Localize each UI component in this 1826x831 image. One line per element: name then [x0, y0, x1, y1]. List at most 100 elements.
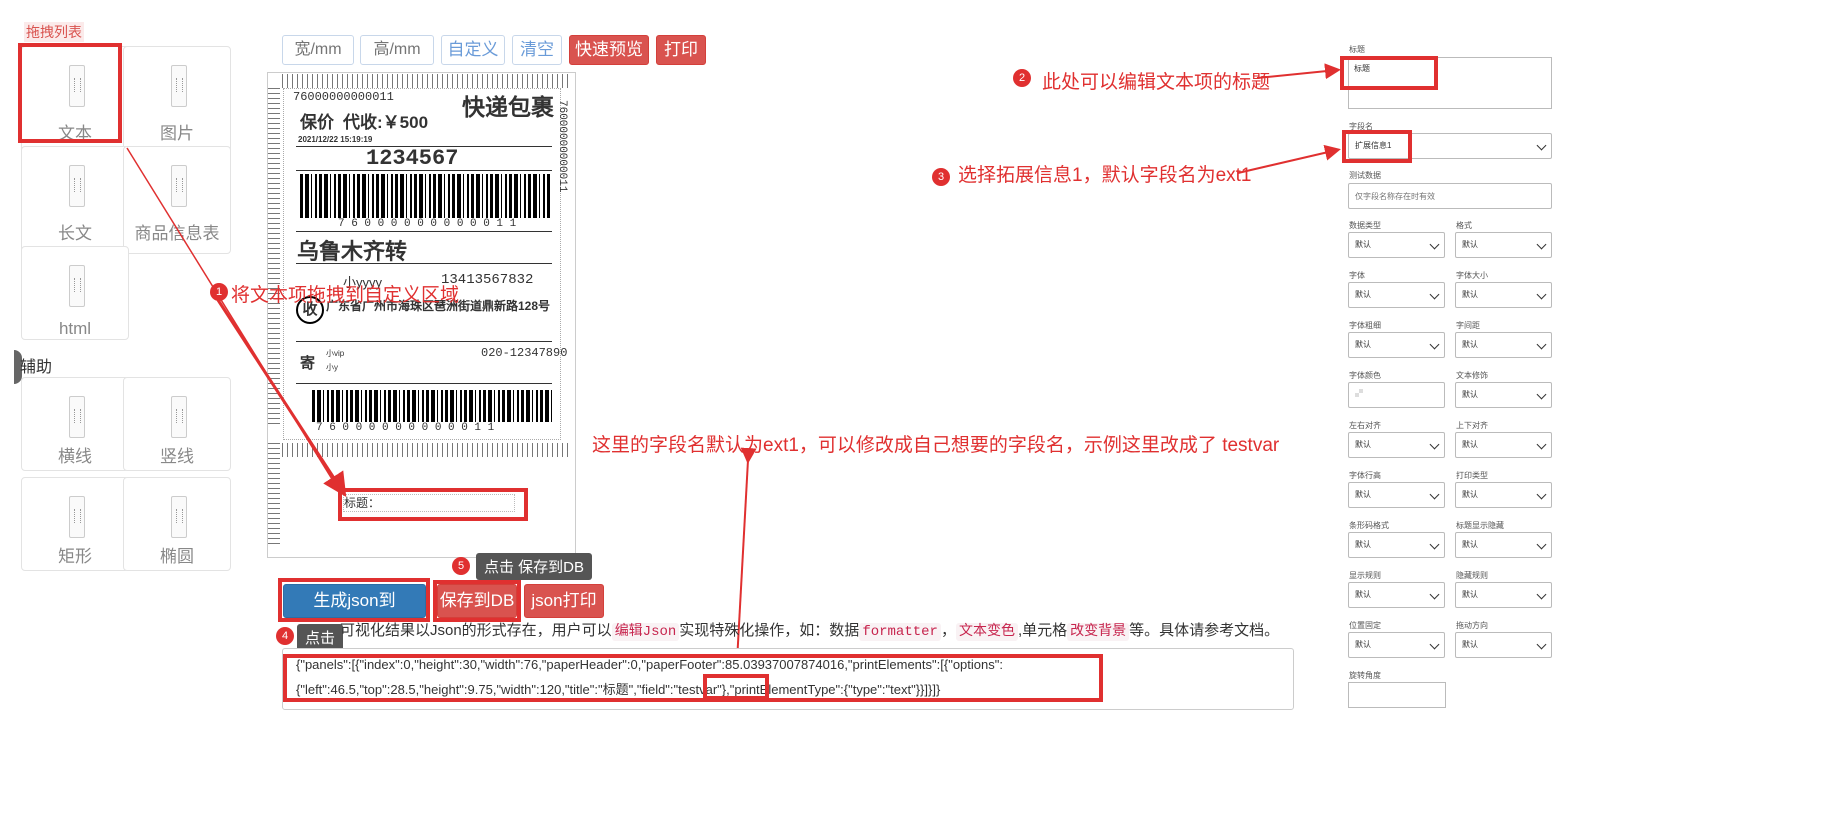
chevron-down-icon — [1536, 639, 1547, 650]
prop-select-value: 默认 — [1462, 390, 1478, 399]
title-prop-label: 标题 — [1349, 45, 1365, 54]
chevron-down-icon — [1536, 589, 1547, 600]
font-color-picker[interactable] — [1348, 382, 1445, 408]
prop-select-value: 默认 — [1355, 340, 1371, 349]
prop-label: 格式 — [1456, 221, 1472, 230]
prop-select-value: 默认 — [1462, 540, 1478, 549]
desc-text: 可视化结果以Json的形式存在，用户可以 — [340, 622, 612, 639]
step-1-badge: 1 — [210, 283, 228, 301]
prop-select-value: 默认 — [1355, 240, 1371, 249]
prop-select-value: 默认 — [1462, 340, 1478, 349]
prop-label: 字体大小 — [1456, 271, 1488, 280]
prop-select[interactable]: 默认 — [1348, 232, 1445, 258]
chevron-down-icon — [1536, 339, 1547, 350]
desc-text: ， — [940, 622, 956, 639]
prop-select[interactable]: 默认 — [1455, 232, 1552, 258]
desc-text: ,单元格 — [1017, 622, 1068, 639]
annotation-1: 将文本项拖拽到自定义区域 — [231, 285, 460, 306]
json-print-button[interactable]: json打印 — [524, 584, 604, 618]
highlight-field-prop — [1342, 130, 1412, 163]
prop-select-value: 默认 — [1462, 240, 1478, 249]
highlight-title-prop — [1340, 56, 1438, 90]
prop-label: 左右对齐 — [1349, 421, 1381, 430]
prop-select-value: 默认 — [1462, 490, 1478, 499]
chevron-down-icon — [1536, 140, 1547, 151]
prop-select-value: 默认 — [1462, 640, 1478, 649]
step-5-badge: 5 — [452, 557, 470, 575]
test-data-input[interactable] — [1348, 183, 1552, 209]
prop-select-value: 默认 — [1462, 590, 1478, 599]
prop-select-value: 默认 — [1355, 440, 1371, 449]
description: 可视化结果以Json的形式存在，用户可以 编辑Json 实现特殊化操作，如：数据 fo… — [340, 619, 1280, 641]
prop-label: 字体行高 — [1349, 471, 1381, 480]
chevron-down-icon — [1536, 489, 1547, 500]
prop-select[interactable]: 默认 — [1455, 582, 1552, 608]
prop-select[interactable]: 默认 — [1455, 482, 1552, 508]
rotate-label: 旋转角度 — [1349, 671, 1381, 680]
annotation-3: 选择拓展信息1，默认字段名为ext1 — [958, 165, 1252, 186]
prop-label: 字体颜色 — [1349, 371, 1381, 380]
chevron-down-icon — [1429, 589, 1440, 600]
annotation-2: 此处可以编辑文本项的标题 — [1042, 72, 1271, 93]
desc-code-background: 改变背景 — [1067, 623, 1130, 641]
chevron-down-icon — [1536, 239, 1547, 250]
prop-select[interactable]: 默认 — [1455, 282, 1552, 308]
step-3-badge: 3 — [932, 168, 950, 186]
chevron-down-icon — [1429, 239, 1440, 250]
chevron-down-icon — [1429, 339, 1440, 350]
prop-select[interactable]: 默认 — [1348, 432, 1445, 458]
prop-label: 条形码格式 — [1349, 521, 1389, 530]
step-4-badge: 4 — [276, 627, 294, 645]
desc-code-formatter: formatter — [859, 623, 941, 641]
highlight-generate — [278, 578, 430, 622]
chevron-down-icon — [1429, 489, 1440, 500]
highlight-json — [283, 654, 1103, 702]
step-2-badge: 2 — [1013, 69, 1031, 87]
prop-select-value: 默认 — [1355, 590, 1371, 599]
prop-select[interactable]: 默认 — [1348, 282, 1445, 308]
highlight-testvar — [703, 674, 769, 700]
prop-select[interactable]: 默认 — [1348, 332, 1445, 358]
prop-label: 数据类型 — [1349, 221, 1381, 230]
chevron-down-icon — [1536, 439, 1547, 450]
prop-select[interactable]: 默认 — [1348, 582, 1445, 608]
chevron-down-icon — [1536, 289, 1547, 300]
rotate-input[interactable] — [1348, 682, 1446, 708]
prop-select[interactable]: 默认 — [1348, 532, 1445, 558]
tooltip-click: 点击 — [297, 624, 344, 651]
highlight-save — [433, 580, 521, 622]
chevron-down-icon — [1536, 539, 1547, 550]
prop-label: 位置固定 — [1349, 621, 1381, 630]
prop-select-value: 默认 — [1355, 290, 1371, 299]
chevron-down-icon — [1429, 439, 1440, 450]
prop-select-value: 默认 — [1462, 440, 1478, 449]
prop-select[interactable]: 默认 — [1455, 532, 1552, 558]
prop-label: 上下对齐 — [1456, 421, 1488, 430]
prop-select[interactable]: 默认 — [1455, 332, 1552, 358]
prop-label: 文本修饰 — [1456, 371, 1488, 380]
chevron-down-icon — [1429, 539, 1440, 550]
prop-label: 隐藏规则 — [1456, 571, 1488, 580]
desc-text: 实现特殊化操作，如：数据 — [679, 622, 860, 639]
prop-select[interactable]: 默认 — [1455, 432, 1552, 458]
prop-select-value: 默认 — [1355, 490, 1371, 499]
test-data-label: 测试数据 — [1349, 171, 1381, 180]
prop-label: 打印类型 — [1456, 471, 1488, 480]
prop-select[interactable]: 默认 — [1455, 382, 1552, 408]
prop-select-value: 默认 — [1355, 640, 1371, 649]
prop-select[interactable]: 默认 — [1348, 482, 1445, 508]
prop-label: 字体 — [1349, 271, 1365, 280]
prop-label: 标题显示隐藏 — [1456, 521, 1504, 530]
prop-label: 显示规则 — [1349, 571, 1381, 580]
prop-select[interactable]: 默认 — [1455, 632, 1552, 658]
annotation-field: 这里的字段名默认为ext1，可以修改成自己想要的字段名，示例这里改成了 test… — [592, 435, 1280, 456]
desc-code-edit-json: 编辑Json — [611, 623, 680, 641]
prop-select[interactable]: 默认 — [1348, 632, 1445, 658]
chevron-down-icon — [1429, 289, 1440, 300]
desc-text: 等。具体请参考文档。 — [1129, 622, 1280, 639]
chevron-down-icon — [1429, 639, 1440, 650]
desc-code-text-color: 文本变色 — [955, 623, 1018, 641]
prop-select-value: 默认 — [1355, 540, 1371, 549]
prop-label: 字体粗细 — [1349, 321, 1381, 330]
tooltip-save: 点击 保存到DB — [476, 553, 593, 580]
